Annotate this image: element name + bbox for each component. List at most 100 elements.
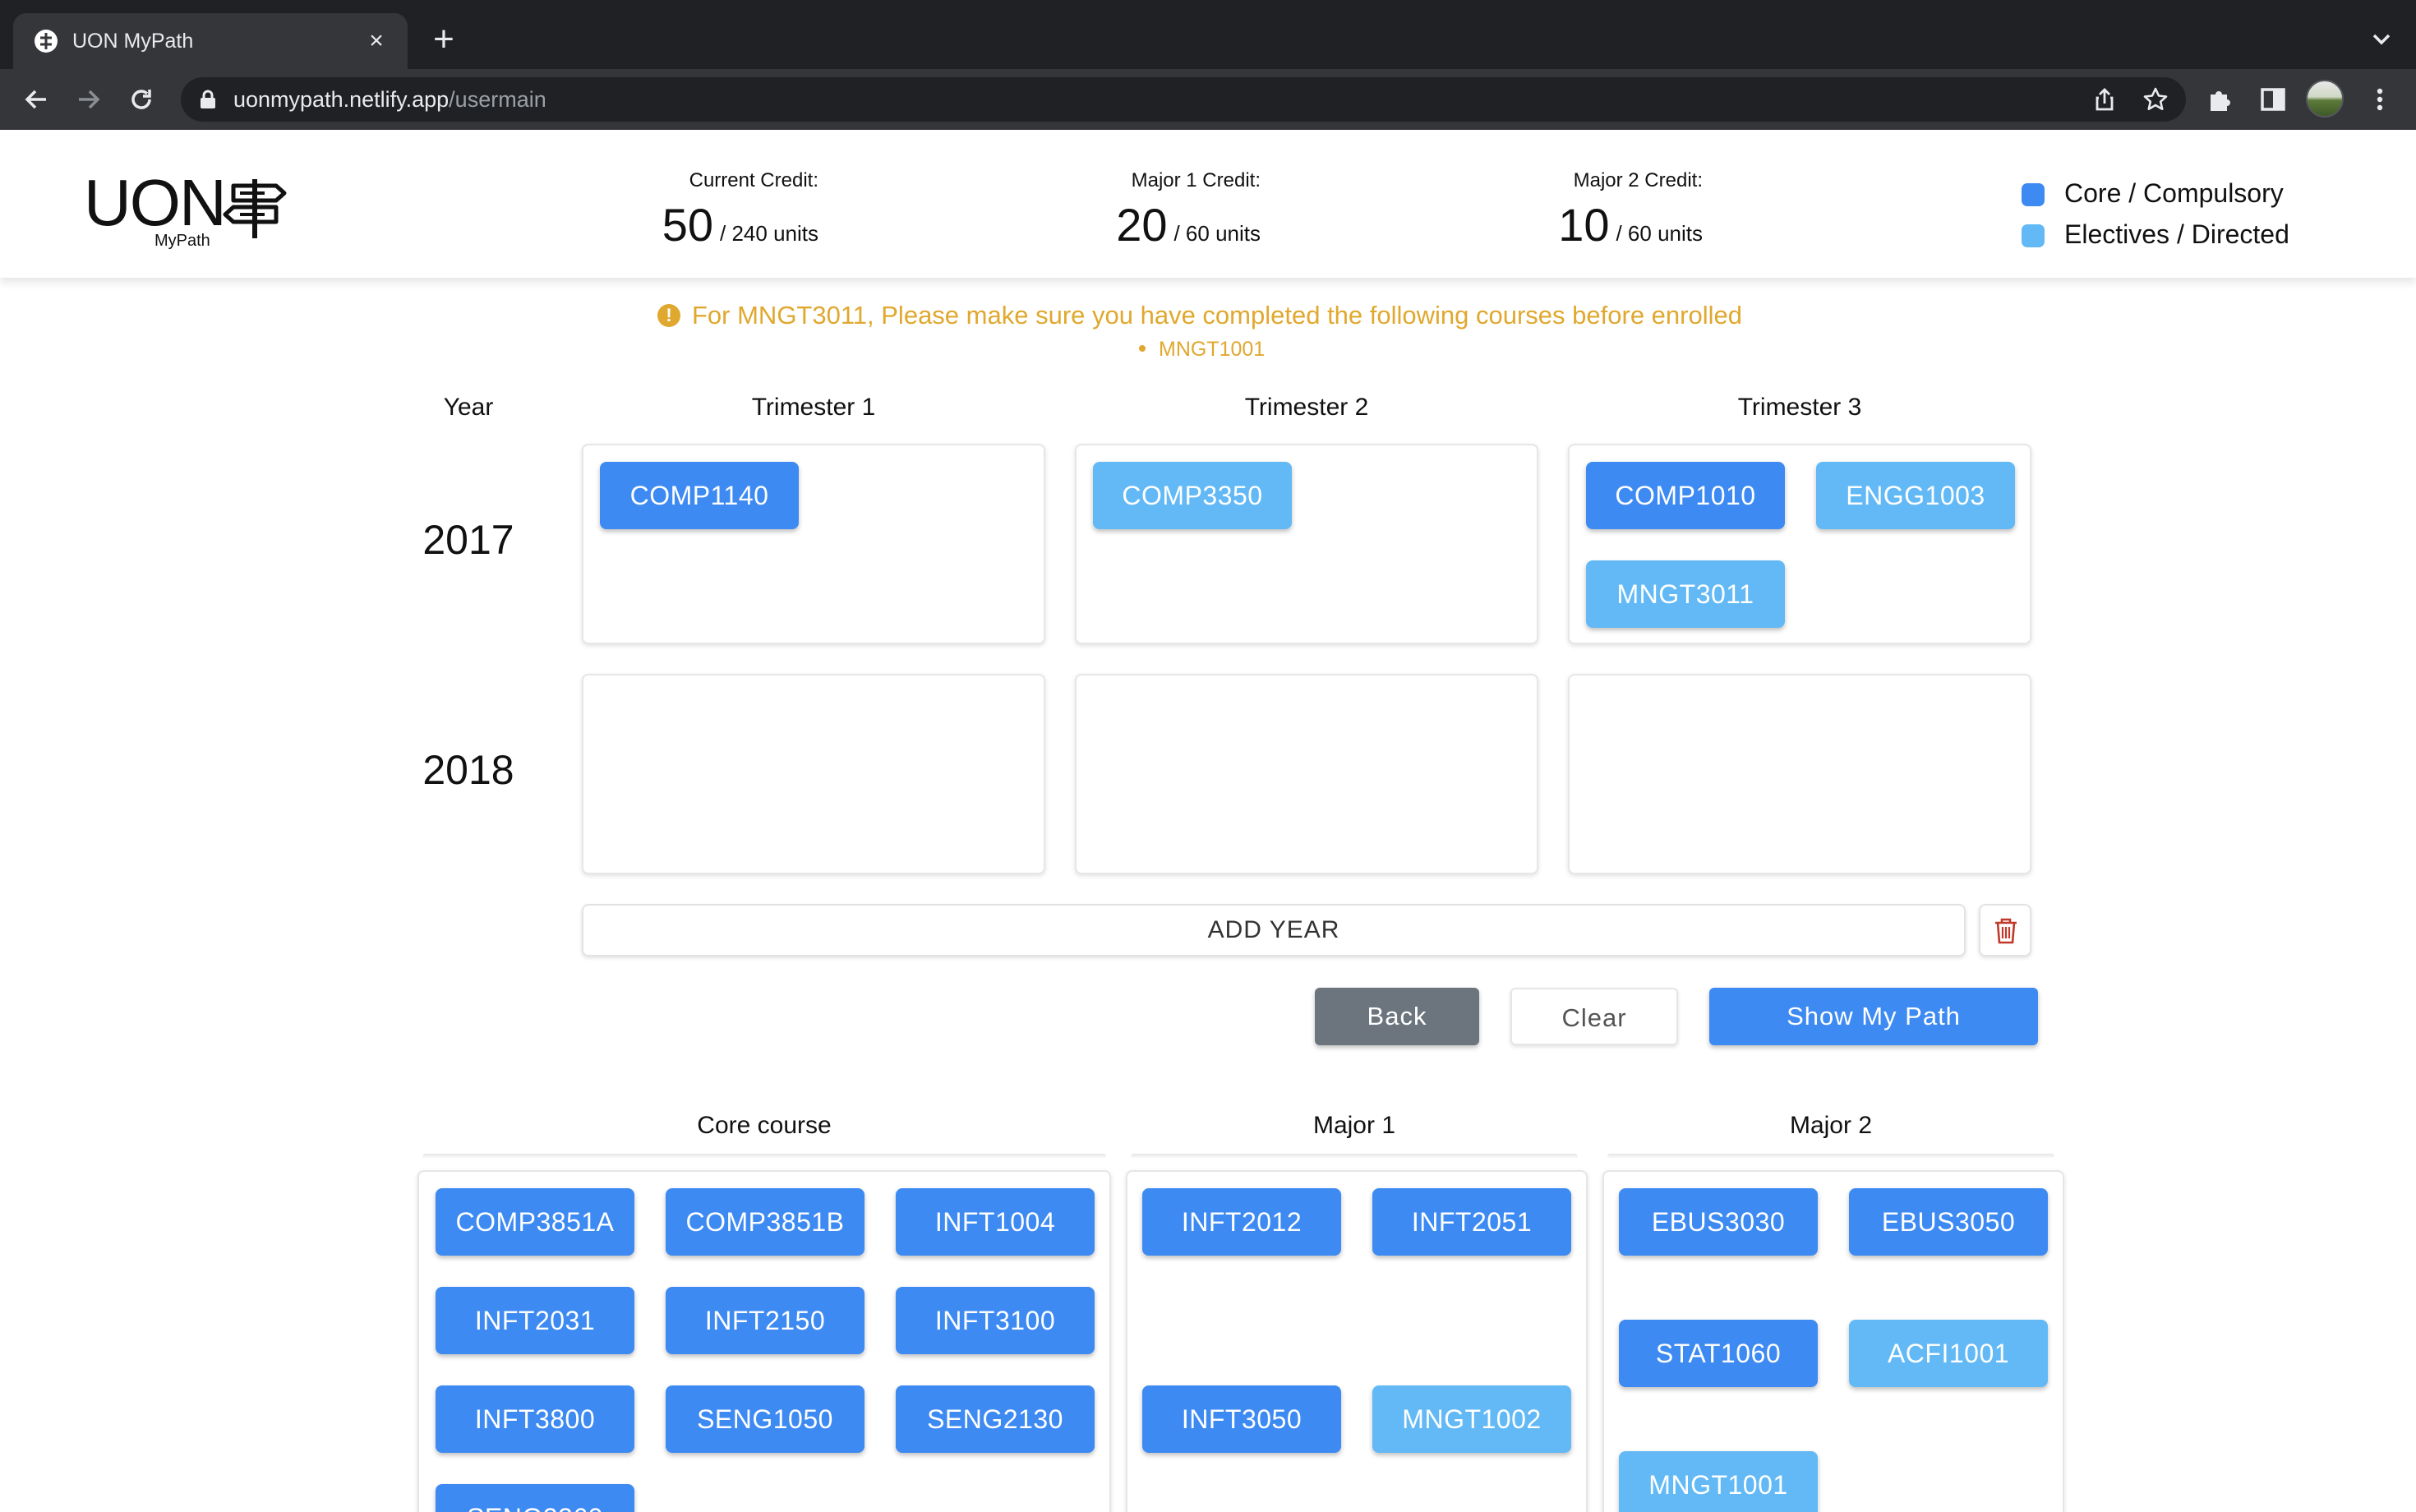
credit-label: Major 2 Credit: [1573, 169, 1703, 191]
current-credit: Current Credit: 50/ 240 units [608, 169, 818, 250]
course-card-mngt3011[interactable]: MNGT3011 [1586, 560, 1785, 628]
year-label-2017: 2017 [422, 517, 514, 563]
back-button[interactable]: Back [1315, 988, 1479, 1045]
prerequisite-warning: ! For MNGT3011, Please make sure you have… [657, 299, 1742, 332]
delete-year-button[interactable] [1979, 904, 2031, 957]
signpost-icon [223, 179, 287, 238]
bookmark-star-icon[interactable] [2142, 85, 2169, 113]
warning-message: For MNGT3011, Please make sure you have … [692, 301, 1742, 330]
url-host: uonmypath.netlify.app [233, 87, 450, 112]
course-card-inft2031[interactable]: INFT2031 [436, 1287, 634, 1354]
credit-unit: / 60 units [1616, 221, 1703, 246]
trimester-2-heading: Trimester 2 [1244, 394, 1369, 421]
logo-text: UON [84, 166, 227, 239]
course-card-inft2012[interactable]: INFT2012 [1142, 1188, 1341, 1256]
trash-icon [1995, 918, 2017, 944]
year-column-heading: Year [443, 394, 494, 421]
course-card-seng2130[interactable]: SENG2130 [896, 1385, 1095, 1453]
credit-value: 10 [1558, 199, 1610, 251]
plan-cell-2017-t3[interactable]: COMP1010 ENGG1003 MNGT3011 [1568, 444, 2031, 644]
major1-credit: Major 1 Credit: 20/ 60 units [1055, 169, 1261, 250]
legend-swatch [2022, 183, 2045, 206]
course-card-comp3350[interactable]: COMP3350 [1093, 462, 1292, 529]
bullet-icon [1139, 345, 1146, 352]
credit-value: 50 [662, 199, 714, 251]
plan-cell-2017-t2[interactable]: COMP3350 [1075, 444, 1538, 644]
course-card-inft2051[interactable]: INFT2051 [1372, 1188, 1571, 1256]
course-card-stat1060[interactable]: STAT1060 [1619, 1320, 1818, 1387]
warning-course: MNGT1001 [1159, 338, 1266, 361]
course-card-mngt1001[interactable]: MNGT1001 [1619, 1451, 1818, 1512]
course-card-inft3050[interactable]: INFT3050 [1142, 1385, 1341, 1453]
divider [1131, 1154, 1578, 1159]
forward-arrow-icon[interactable] [72, 83, 105, 116]
course-card-ebus3030[interactable]: EBUS3030 [1619, 1188, 1818, 1256]
course-card-inft2150[interactable]: INFT2150 [666, 1287, 865, 1354]
warning-list-item: MNGT1001 [1139, 337, 1265, 362]
major-1-heading: Major 1 [1312, 1112, 1396, 1139]
credit-unit: / 240 units [720, 221, 818, 246]
new-tab-icon[interactable]: + [424, 21, 463, 61]
course-card-comp1010[interactable]: COMP1010 [1586, 462, 1785, 529]
legend-swatch [2022, 224, 2045, 247]
year-label-2018: 2018 [422, 747, 514, 793]
share-icon[interactable] [2091, 85, 2119, 113]
core-course-heading: Core course [697, 1112, 832, 1139]
side-panel-icon[interactable] [2257, 83, 2289, 116]
lock-icon[interactable] [199, 90, 217, 109]
close-tab-icon[interactable]: × [360, 25, 393, 58]
course-card-engg1003[interactable]: ENGG1003 [1816, 462, 2015, 529]
legend-label: Electives / Directed [2064, 219, 2289, 249]
major2-credit: Major 2 Credit: 10/ 60 units [1497, 169, 1703, 250]
plan-cell-2018-t3[interactable] [1568, 674, 2031, 874]
credit-label: Major 1 Credit: [1131, 169, 1261, 191]
plan-cell-2017-t1[interactable]: COMP1140 [582, 444, 1045, 644]
chevron-down-icon[interactable] [2367, 25, 2396, 54]
course-card-comp3851b[interactable]: COMP3851B [666, 1188, 865, 1256]
major-1-pool[interactable]: INFT2012 INFT2051 INFT3050 MNGT1002 [1126, 1170, 1588, 1512]
site-favicon-icon [35, 30, 58, 53]
address-bar[interactable]: uonmypath.netlify.app/usermain [181, 77, 2186, 122]
course-card-acfi1001[interactable]: ACFI1001 [1849, 1320, 2048, 1387]
extensions-puzzle-icon[interactable] [2204, 83, 2237, 116]
show-my-path-button[interactable]: Show My Path [1709, 988, 2038, 1045]
reload-icon[interactable] [125, 83, 158, 116]
course-card-mngt1002[interactable]: MNGT1002 [1372, 1385, 1571, 1453]
course-card-inft3800[interactable]: INFT3800 [436, 1385, 634, 1453]
legend-label: Core / Compulsory [2064, 178, 2284, 208]
credit-value: 20 [1116, 199, 1168, 251]
url-text[interactable]: uonmypath.netlify.app/usermain [233, 77, 546, 122]
add-year-button[interactable]: ADD YEAR [582, 904, 1966, 957]
logo-subtitle: MyPath [154, 232, 210, 250]
major-2-pool[interactable]: EBUS3030 EBUS3050 STAT1060 ACFI1001 MNGT… [1602, 1170, 2064, 1512]
credit-unit: / 60 units [1173, 221, 1261, 246]
clear-button[interactable]: Clear [1510, 988, 1678, 1045]
browser-toolbar: uonmypath.netlify.app/usermain [0, 69, 2416, 130]
trimester-1-heading: Trimester 1 [751, 394, 876, 421]
plan-cell-2018-t1[interactable] [582, 674, 1045, 874]
plan-cell-2018-t2[interactable] [1075, 674, 1538, 874]
course-card-inft1004[interactable]: INFT1004 [896, 1188, 1095, 1256]
course-card-inft3100[interactable]: INFT3100 [896, 1287, 1095, 1354]
course-card-comp3851a[interactable]: COMP3851A [436, 1188, 634, 1256]
trimester-3-heading: Trimester 3 [1737, 394, 1862, 421]
url-path: /usermain [449, 87, 546, 112]
core-course-pool[interactable]: COMP3851A COMP3851B INFT1004 INFT2031 IN… [417, 1170, 1111, 1512]
credit-label: Current Credit: [689, 169, 818, 191]
course-card-seng1050[interactable]: SENG1050 [666, 1385, 865, 1453]
divider [1607, 1154, 2054, 1159]
divider [422, 1154, 1106, 1159]
course-card-seng2260[interactable]: SENG2260 [436, 1484, 634, 1512]
warning-icon: ! [657, 304, 680, 327]
major-2-heading: Major 2 [1789, 1112, 1873, 1139]
app-header: UON MyPath Current Credit: 50/ 240 units… [0, 130, 2416, 278]
course-card-ebus3050[interactable]: EBUS3050 [1849, 1188, 2048, 1256]
tab-title: UON MyPath [72, 30, 194, 53]
back-arrow-icon[interactable] [20, 83, 53, 116]
browser-tab-strip: UON MyPath × + [0, 0, 2416, 69]
profile-avatar[interactable] [2306, 80, 2344, 118]
more-menu-icon[interactable] [2363, 83, 2396, 116]
browser-tab[interactable]: UON MyPath × [13, 13, 408, 69]
course-card-comp1140[interactable]: COMP1140 [600, 462, 799, 529]
logo[interactable]: UON MyPath [84, 166, 297, 256]
